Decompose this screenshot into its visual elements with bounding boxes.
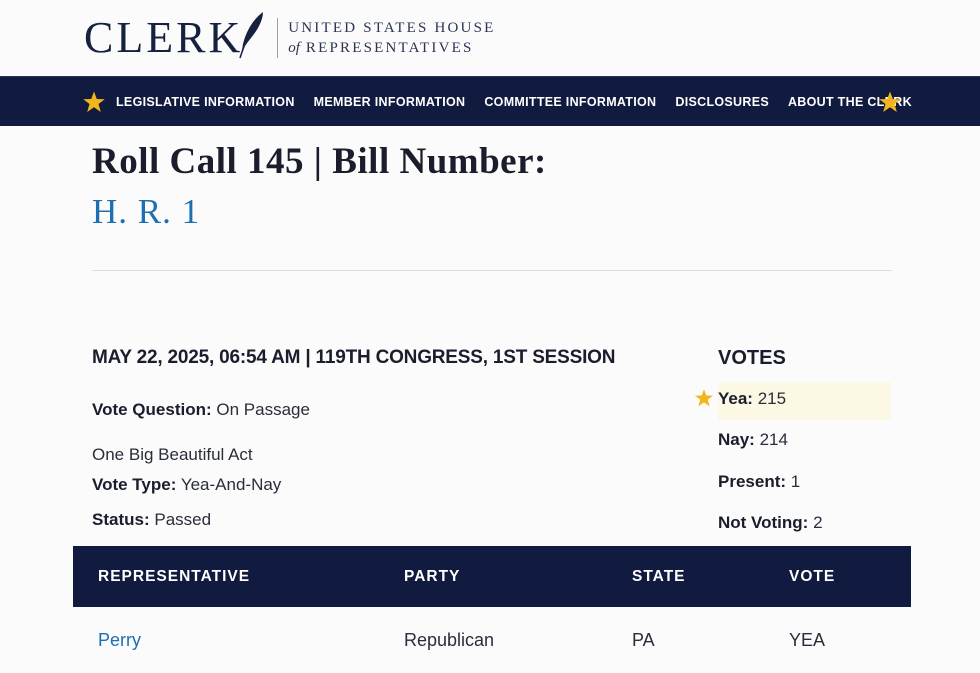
- column-header-state[interactable]: STATE: [632, 546, 686, 607]
- nay-count: Nay: 214: [718, 430, 788, 450]
- star-icon: [879, 91, 901, 112]
- nay-value: 214: [759, 430, 788, 449]
- present-value: 1: [790, 472, 801, 491]
- quill-icon: [239, 12, 264, 59]
- logo-wordmark: CLERK: [84, 13, 244, 62]
- representative-link[interactable]: Perry: [98, 610, 141, 670]
- vote-question-value: On Passage: [216, 400, 310, 419]
- star-icon: [695, 389, 713, 407]
- nay-label: Nay:: [718, 430, 755, 449]
- not-voting-count: Not Voting: 2: [718, 513, 823, 533]
- vote-type: Vote Type: Yea-And-Nay: [92, 475, 281, 495]
- logo-of: of: [288, 40, 300, 56]
- vote-description: One Big Beautiful Act: [92, 445, 253, 464]
- star-icon: [83, 91, 105, 112]
- state-cell: PA: [632, 630, 655, 650]
- vote-status-value: Passed: [154, 510, 212, 529]
- logo-line2: REPRESENTATIVES: [305, 40, 474, 56]
- bill-number-link[interactable]: H. R. 1: [92, 192, 200, 232]
- not-voting-value: 2: [813, 513, 823, 532]
- logo-divider: [277, 18, 279, 58]
- nav-item-member-information[interactable]: MEMBER INFORMATION: [314, 95, 466, 109]
- site-header: CLERK UNITED STATES HOUSE of REPRESENTATI…: [0, 0, 980, 76]
- page-title: Roll Call 145 | Bill Number:: [92, 141, 547, 182]
- vote-question: Vote Question: On Passage: [92, 400, 310, 420]
- nav-items: LEGISLATIVE INFORMATION MEMBER INFORMATI…: [116, 77, 931, 127]
- yea-label: Yea:: [718, 389, 753, 408]
- column-header-representative[interactable]: REPRESENTATIVE: [98, 546, 250, 607]
- yea-value: 215: [757, 389, 787, 408]
- nav-item-disclosures[interactable]: DISCLOSURES: [675, 95, 769, 109]
- logo-line1: UNITED STATES HOUSE: [288, 20, 496, 36]
- clerk-logo[interactable]: CLERK UNITED STATES HOUSE of REPRESENTATI…: [84, 10, 496, 66]
- vote-status: Status: Passed: [92, 510, 211, 530]
- votes-heading: VOTES: [718, 347, 786, 369]
- divider: [92, 270, 892, 271]
- logo-line2-wrap: of REPRESENTATIVES: [288, 38, 495, 58]
- table-row: Perry Republican PA YEA: [73, 610, 911, 670]
- nav-item-legislative-information[interactable]: LEGISLATIVE INFORMATION: [116, 95, 295, 109]
- vote-type-label: Vote Type:: [92, 475, 177, 494]
- present-label: Present:: [718, 472, 787, 491]
- vote-type-value: Yea-And-Nay: [180, 475, 282, 494]
- logo-subtitle: UNITED STATES HOUSE of REPRESENTATIVES: [288, 18, 495, 58]
- party-cell: Republican: [404, 630, 495, 650]
- yea-count: Yea: 215: [718, 389, 786, 409]
- present-count: Present: 1: [718, 472, 800, 492]
- vote-status-label: Status:: [92, 510, 150, 529]
- nav-item-committee-information[interactable]: COMMITTEE INFORMATION: [484, 95, 656, 109]
- vote-cell: YEA: [789, 630, 826, 650]
- vote-question-label: Vote Question:: [92, 400, 212, 419]
- column-header-vote[interactable]: VOTE: [789, 546, 835, 607]
- column-header-party[interactable]: PARTY: [404, 546, 460, 607]
- main-nav: LEGISLATIVE INFORMATION MEMBER INFORMATI…: [0, 76, 980, 126]
- vote-session-line: MAY 22, 2025, 06:54 AM | 119TH CONGRESS,…: [92, 347, 616, 368]
- vote-table-header: REPRESENTATIVE PARTY STATE VOTE: [73, 546, 911, 607]
- not-voting-label: Not Voting:: [718, 513, 809, 532]
